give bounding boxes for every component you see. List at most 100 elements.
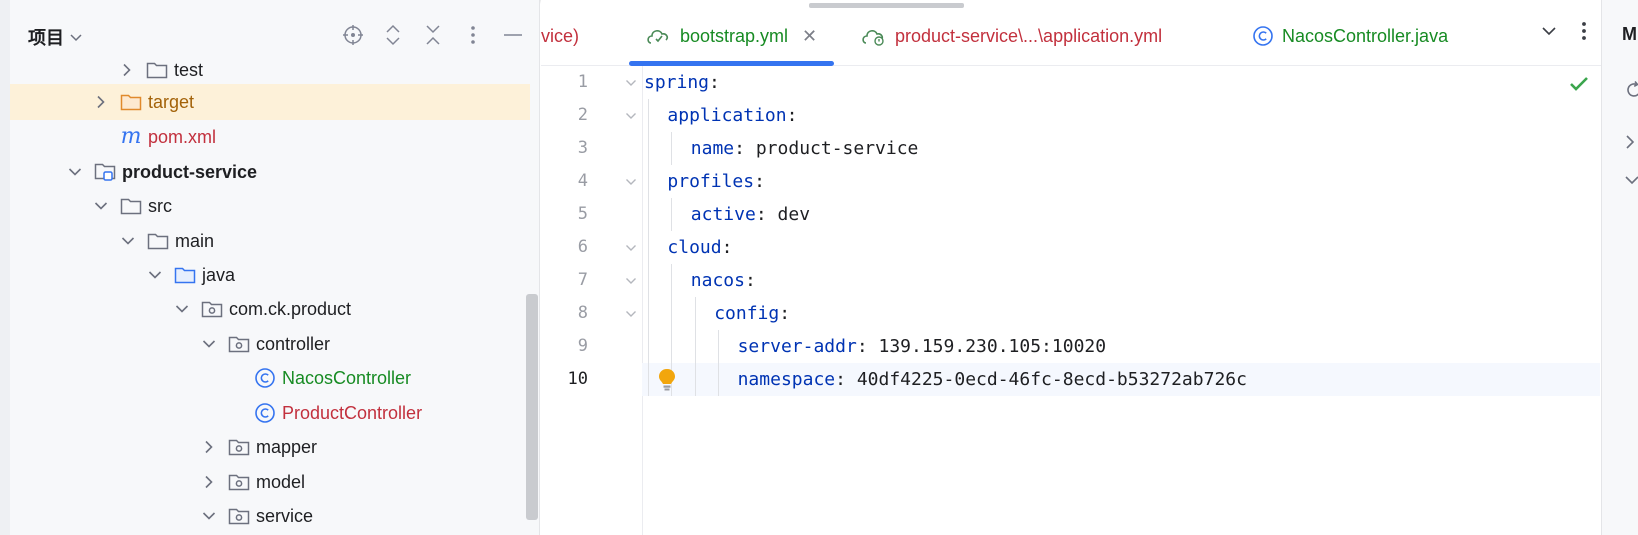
yaml-value: dev bbox=[777, 204, 811, 225]
yaml-key: spring bbox=[644, 72, 710, 93]
fold-chevron-icon[interactable] bbox=[624, 99, 638, 132]
yaml-colon: : bbox=[709, 72, 720, 93]
line-number: 3 bbox=[577, 138, 588, 158]
chevron-down-icon[interactable] bbox=[146, 266, 164, 284]
indent-guide bbox=[671, 132, 673, 165]
editor-area: vice) bootstrap.yml ✕ product-service\..… bbox=[541, 0, 1601, 535]
yaml-colon: : bbox=[835, 369, 846, 390]
fold-chevron-icon[interactable] bbox=[624, 66, 638, 99]
chevron-right-icon[interactable] bbox=[200, 473, 218, 491]
tree-node-pom-xml[interactable]: m pom.xml bbox=[10, 119, 530, 155]
code-line[interactable]: namespace: 40df4225-0ecd-46fc-8ecd-b5327… bbox=[642, 363, 1600, 396]
yaml-colon: : bbox=[755, 204, 767, 225]
yaml-key: nacos bbox=[690, 270, 745, 291]
chevron-down-icon[interactable] bbox=[92, 197, 110, 215]
chevron-right-icon[interactable] bbox=[1624, 134, 1636, 155]
fold-chevron-icon[interactable] bbox=[624, 231, 638, 264]
indent-guide bbox=[671, 198, 673, 231]
tree-node-com-ck-product[interactable]: com.ck.product bbox=[10, 291, 530, 327]
tree-node-label: NacosController bbox=[282, 367, 412, 388]
tree-node-controller[interactable]: controller bbox=[10, 326, 530, 362]
tab-label: bootstrap.yml bbox=[680, 25, 789, 46]
code-line[interactable]: profiles: bbox=[642, 165, 1600, 198]
yaml-key: active bbox=[690, 204, 756, 225]
close-icon[interactable]: ✕ bbox=[802, 26, 817, 47]
more-vertical-icon[interactable] bbox=[1581, 20, 1587, 47]
chevron-right-icon[interactable] bbox=[118, 61, 136, 79]
code-line[interactable]: spring: bbox=[642, 66, 1600, 99]
tree-node-label: ProductController bbox=[282, 402, 423, 423]
tree-node-mapper[interactable]: mapper bbox=[10, 429, 530, 465]
line-number: 7 bbox=[577, 270, 588, 290]
package-icon bbox=[228, 472, 250, 492]
line-number: 9 bbox=[577, 336, 588, 356]
tree-node-java[interactable]: java bbox=[10, 257, 530, 293]
tree-node-label: main bbox=[175, 230, 215, 251]
code-line[interactable]: nacos: bbox=[642, 264, 1600, 297]
code-line[interactable]: config: bbox=[642, 297, 1600, 330]
tree-node-label: mapper bbox=[256, 436, 318, 457]
tab-product-service-partial[interactable]: vice) bbox=[541, 18, 579, 54]
package-icon bbox=[228, 506, 250, 526]
yaml-key: application bbox=[667, 105, 787, 126]
code-line[interactable]: cloud: bbox=[642, 231, 1600, 264]
lightbulb-icon[interactable] bbox=[658, 368, 676, 397]
tree-node-target[interactable]: target bbox=[10, 84, 530, 120]
fold-chevron-icon[interactable] bbox=[624, 264, 638, 297]
chevron-down-icon[interactable] bbox=[200, 335, 218, 353]
refresh-icon[interactable] bbox=[1624, 80, 1638, 105]
line-number: 1 bbox=[577, 72, 588, 92]
yaml-key: server-addr bbox=[737, 336, 857, 357]
folder-excluded-icon bbox=[120, 92, 142, 112]
code-line[interactable]: application: bbox=[642, 99, 1600, 132]
collapse-all-icon[interactable] bbox=[420, 18, 446, 52]
yaml-key: config bbox=[714, 303, 780, 324]
project-view-selector[interactable]: 项目 bbox=[28, 24, 82, 50]
tree-node-service[interactable]: service bbox=[10, 498, 530, 534]
yaml-colon: : bbox=[779, 303, 791, 324]
tree-node-main[interactable]: main bbox=[10, 223, 530, 259]
chevron-down-icon[interactable] bbox=[173, 300, 191, 318]
more-vertical-icon[interactable] bbox=[460, 18, 486, 52]
tree-node-productcontroller[interactable]: ProductController bbox=[10, 395, 530, 431]
folder-icon bbox=[120, 196, 142, 216]
code-line[interactable]: active: dev bbox=[642, 198, 1600, 231]
expand-all-icon[interactable] bbox=[380, 18, 406, 52]
editor-gutter[interactable]: 1 2 3 4 5 6 7 8 9 10 bbox=[541, 66, 641, 535]
project-tree-scrollbar[interactable] bbox=[526, 294, 538, 520]
chevron-down-icon[interactable] bbox=[119, 232, 137, 250]
project-pane-actions bbox=[340, 18, 526, 52]
tree-node-src[interactable]: src bbox=[10, 188, 530, 224]
tab-bootstrap-yml[interactable]: bootstrap.yml ✕ bbox=[628, 18, 835, 66]
yaml-colon: : bbox=[721, 237, 733, 258]
yaml-key: profiles bbox=[667, 171, 755, 192]
inspection-ok-icon[interactable] bbox=[1569, 76, 1589, 97]
class-icon bbox=[1252, 25, 1274, 47]
fold-chevron-icon[interactable] bbox=[624, 297, 638, 330]
tab-drag-handle[interactable] bbox=[809, 3, 964, 8]
tree-node-nacoscontroller[interactable]: NacosController bbox=[10, 360, 530, 396]
chevron-down-icon[interactable] bbox=[200, 507, 218, 525]
indent-guide bbox=[718, 330, 720, 396]
tree-node-test[interactable]: test bbox=[10, 52, 530, 88]
tab-application-yml[interactable]: product-service\...\application.yml bbox=[861, 18, 1162, 54]
code-area[interactable]: spring: application: name: product-service… bbox=[642, 66, 1600, 535]
code-line[interactable]: server-addr: 139.159.230.105:10020 bbox=[642, 330, 1600, 363]
line-number: 6 bbox=[577, 237, 588, 257]
chevron-down-icon[interactable] bbox=[1624, 170, 1638, 191]
code-line[interactable]: name: product-service bbox=[642, 132, 1600, 165]
yaml-value: 139.159.230.105:10020 bbox=[878, 336, 1107, 357]
chevron-down-icon[interactable] bbox=[1541, 20, 1557, 47]
chevron-right-icon[interactable] bbox=[200, 438, 218, 456]
hide-icon[interactable] bbox=[500, 18, 526, 52]
tree-node-product-service[interactable]: product-service bbox=[10, 154, 530, 190]
chevron-right-icon[interactable] bbox=[92, 93, 110, 111]
tab-nacos-controller[interactable]: NacosController.java bbox=[1252, 18, 1448, 54]
yaml-colon: : bbox=[786, 105, 798, 126]
tree-node-model[interactable]: model bbox=[10, 464, 530, 500]
tree-node-label: target bbox=[148, 91, 195, 112]
fold-chevron-icon[interactable] bbox=[624, 165, 638, 198]
chevron-down-icon[interactable] bbox=[66, 163, 84, 181]
tab-bar-tools bbox=[1541, 20, 1587, 47]
locate-icon[interactable] bbox=[340, 18, 366, 52]
